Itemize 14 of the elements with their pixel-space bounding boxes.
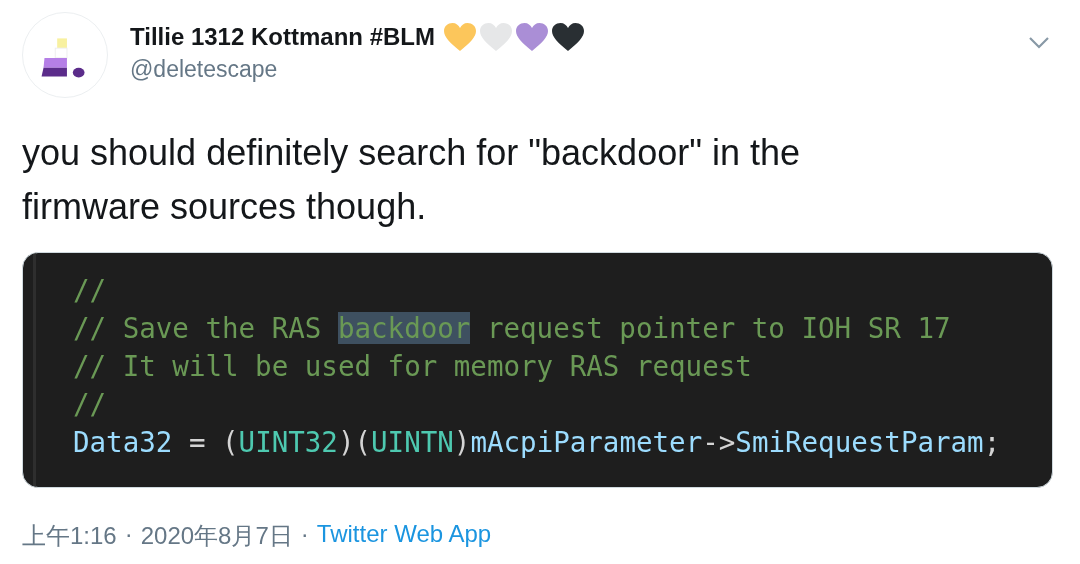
code-line: // bbox=[73, 387, 108, 422]
separator-dot: · bbox=[300, 520, 309, 549]
tweet-date: 2020年8月7日 bbox=[140, 521, 293, 551]
tweet-text: you should definitely search for "backdoor" in the firmware sources though. bbox=[22, 131, 801, 229]
separator-dot: · bbox=[124, 520, 133, 549]
code-line: // bbox=[73, 273, 108, 308]
code-line: // Save the RAS backdoor request pointer to IOH SR 17 bbox=[73, 311, 952, 346]
code-line: Data32 = (UINT32)(UINTN)mAcpiParameter->SmiRequestParam; bbox=[73, 425, 1001, 460]
source-link[interactable]: Twitter Web App bbox=[316, 520, 492, 552]
author-handle[interactable]: @deletescape bbox=[130, 56, 1006, 83]
code-line: // It will be used for memory RAS request bbox=[73, 349, 753, 384]
tweet-time: 上午1:16 bbox=[22, 521, 117, 551]
author-name[interactable]: Tillie 1312 Kottmann #BLM bbox=[130, 23, 435, 51]
chevron-down-icon[interactable] bbox=[1028, 36, 1050, 50]
